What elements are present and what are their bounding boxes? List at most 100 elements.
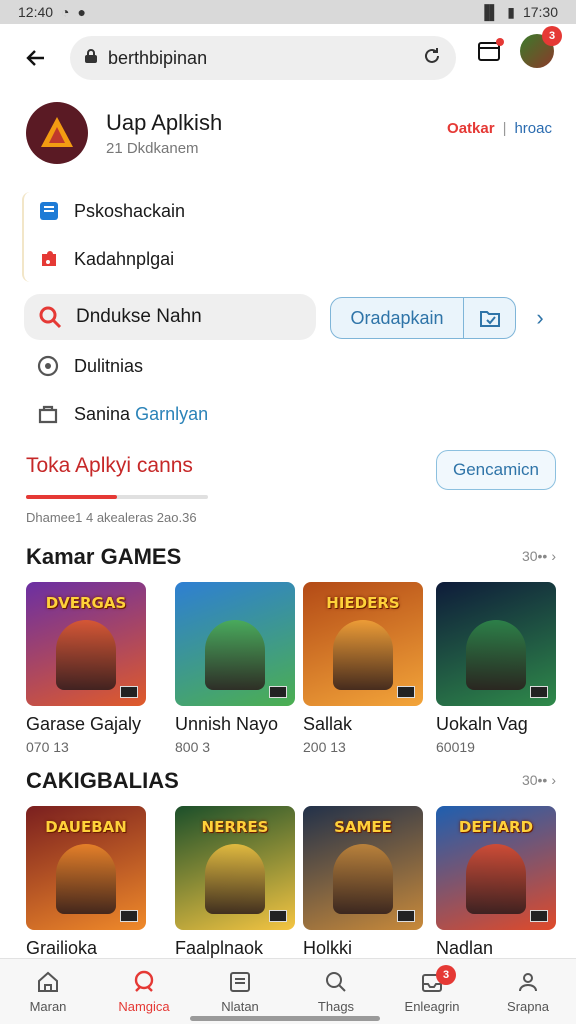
menu-item-1[interactable]: Kadahnplgai — [38, 248, 174, 270]
character-art — [466, 620, 526, 690]
search-icon — [39, 306, 62, 329]
nav-item-2[interactable]: Nlatan — [192, 959, 288, 1024]
game-count: 200 13 — [303, 739, 346, 755]
list-item-label: Sanina Garnlyan — [74, 403, 209, 424]
rating-badge — [269, 910, 287, 922]
game-thumbnail[interactable]: HIEDERS — [303, 582, 423, 706]
primary-action-label: Oradapkain — [350, 307, 444, 328]
thumbnail-title: DVERGAS — [45, 594, 127, 612]
nav-badge: 3 — [436, 965, 456, 985]
search-icon — [323, 969, 349, 995]
rating-badge — [120, 686, 138, 698]
game-name: Garase Gajaly — [26, 714, 142, 734]
game-name: Unnish Nayo — [175, 714, 279, 734]
game-card[interactable]: Unnish Nayo 800 3 — [175, 582, 295, 755]
folder-icon[interactable] — [463, 298, 515, 338]
brand-secondary[interactable]: hroac — [514, 120, 552, 137]
game-card[interactable]: HIEDERS Sallak 200 13 — [303, 582, 423, 755]
brand-divider: | — [502, 120, 507, 137]
nav-label: Thags — [317, 999, 355, 1014]
address-bar[interactable]: berthbipinan — [70, 36, 456, 80]
thumbnail-title: HIEDERS — [326, 594, 400, 612]
home-indicator[interactable] — [190, 1016, 380, 1021]
game-name: Nadlan — [436, 938, 494, 958]
browser-toolbar: berthbipinan 3 — [0, 24, 576, 92]
nav-item-5[interactable]: Srapna — [480, 959, 576, 1024]
app-subtitle: 21 Dkdkanem — [106, 140, 199, 157]
arrow-left-icon — [26, 50, 44, 66]
menu-card: Pskoshackain Kadahnplgai — [22, 192, 322, 282]
menu-item-label: Kadahnplgai — [74, 248, 175, 269]
reload-icon[interactable] — [422, 46, 442, 71]
nav-label: Srapna — [507, 999, 549, 1014]
game-name: Sallak — [303, 714, 353, 734]
game-thumbnail[interactable]: DEFIARD — [436, 806, 556, 930]
section-title-games: Kamar GAMES — [26, 544, 182, 569]
puzzle-icon — [42, 251, 56, 266]
game-icon — [131, 969, 157, 995]
thumbnail-title: NERRES — [201, 818, 269, 836]
game-card[interactable]: DVERGAS Garase Gajaly 070 13 — [26, 582, 146, 755]
list-icon — [227, 969, 253, 995]
app-logo — [26, 102, 88, 164]
chevron-right-icon: › — [551, 772, 556, 788]
profile-avatar[interactable]: 3 — [520, 26, 562, 68]
url-text: berthbipinan — [108, 47, 208, 68]
nav-label: Maran — [29, 999, 67, 1014]
search-input[interactable]: Dndukse Nahn — [24, 294, 316, 340]
promo-button[interactable]: Gencamicn — [436, 450, 556, 490]
character-art — [333, 844, 393, 914]
tabs-button[interactable] — [474, 36, 504, 66]
menu-item-0[interactable]: Pskoshackain — [38, 200, 185, 222]
menu-item-label: Pskoshackain — [74, 200, 186, 221]
character-art — [205, 844, 265, 914]
promo-progress — [26, 495, 208, 499]
list-item-bag[interactable]: Sanina Garnlyan — [36, 402, 208, 426]
thumbnail-title: SAMEE — [334, 818, 392, 836]
nav-item-3[interactable]: Thags — [288, 959, 384, 1024]
game-thumbnail[interactable]: NERRES — [175, 806, 295, 930]
app-name: Uap Aplkish — [106, 110, 223, 135]
chat-icon — [37, 355, 59, 377]
lock-icon — [84, 48, 98, 69]
list-item-label: Dulitnias — [74, 355, 144, 376]
game-card[interactable]: Uokaln Vag 60019 — [436, 582, 556, 755]
section-title-categories: CAKIGBALIAS — [26, 768, 179, 793]
nav-item-1[interactable]: Namgica — [96, 959, 192, 1024]
brand-links[interactable]: Oatkar | hroac — [447, 120, 552, 137]
game-card[interactable]: NERRES Faalplnaok — [175, 806, 295, 963]
game-thumbnail[interactable]: SAMEE — [303, 806, 423, 930]
nav-label: Enleagrin — [404, 999, 460, 1014]
brand-primary[interactable]: Oatkar — [447, 120, 495, 137]
game-card[interactable]: DEFIARD Nadlan — [436, 806, 556, 963]
nav-item-4[interactable]: Enleagrin 3 — [384, 959, 480, 1024]
game-thumbnail[interactable]: DAUEBAN — [26, 806, 146, 930]
promo-title: Toka Aplkyi canns — [26, 454, 193, 477]
game-card[interactable]: SAMEE Holkki — [303, 806, 423, 963]
thumbnail-title: DEFIARD — [458, 818, 534, 836]
game-thumbnail[interactable]: DVERGAS — [26, 582, 146, 706]
primary-action-button[interactable]: Oradapkain — [330, 297, 516, 339]
character-art — [333, 620, 393, 690]
game-thumbnail[interactable] — [175, 582, 295, 706]
section-more-categories[interactable]: 30•• › — [522, 772, 556, 788]
thumbnail-title: DAUEBAN — [45, 818, 127, 836]
list-item-chat[interactable]: Dulitnias — [36, 354, 143, 378]
rating-badge — [530, 686, 548, 698]
game-thumbnail[interactable] — [436, 582, 556, 706]
section-more-games[interactable]: 30•• › — [522, 548, 556, 564]
triangle-logo-icon — [41, 117, 73, 147]
nav-item-0[interactable]: Maran — [0, 959, 96, 1024]
chevron-right-icon: › — [551, 548, 556, 564]
game-name: Faalplnaok — [175, 938, 264, 958]
search-placeholder: Dndukse Nahn — [76, 306, 202, 327]
chevron-right-icon[interactable]: › — [524, 297, 556, 339]
game-card[interactable]: DAUEBAN Grailioka — [26, 806, 146, 963]
promo-note: Dhamee1 4 akealeras 2ao.36 — [26, 510, 197, 525]
character-art — [56, 620, 116, 690]
person-icon — [515, 969, 541, 995]
rating-badge — [120, 910, 138, 922]
back-button[interactable] — [14, 36, 58, 80]
app-header: Uap Aplkish 21 Dkdkanem Oatkar | hroac — [26, 102, 556, 166]
status-bar: 12:40 ◔ ● ▐▌ ▮ 17:30 — [0, 0, 576, 24]
